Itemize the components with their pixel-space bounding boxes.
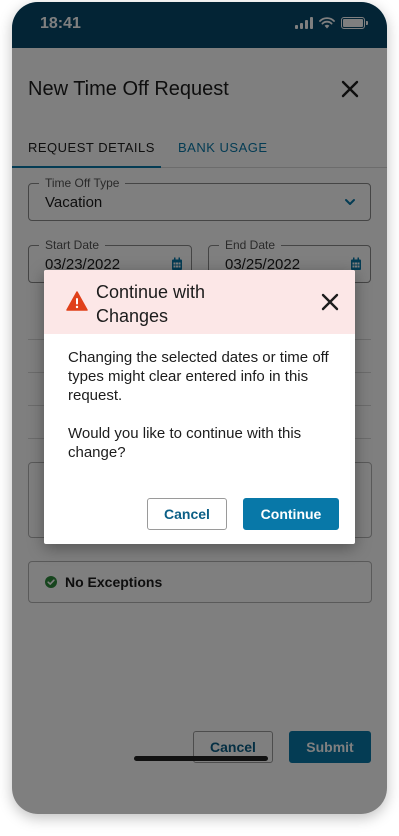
warning-icon (66, 291, 88, 311)
phone-frame: 18:41 New Time Off Request REQUEST DETAI… (12, 2, 387, 814)
confirm-dialog: Continue with Changes Changing the selec… (44, 270, 355, 544)
dialog-title-line2: Changes (96, 306, 169, 326)
dialog-close-icon[interactable] (321, 293, 339, 311)
dialog-question: Would you like to continue with this cha… (68, 425, 302, 461)
dialog-message: Changing the selected dates or time off … (68, 349, 329, 404)
home-indicator (134, 756, 268, 761)
dialog-body: Changing the selected dates or time off … (68, 348, 340, 481)
dialog-cancel-button[interactable]: Cancel (147, 498, 227, 530)
dialog-header: Continue with Changes (44, 270, 355, 334)
dialog-title: Continue with Changes (96, 280, 296, 328)
dialog-title-line1: Continue with (96, 282, 206, 302)
dialog-continue-button[interactable]: Continue (243, 498, 339, 530)
